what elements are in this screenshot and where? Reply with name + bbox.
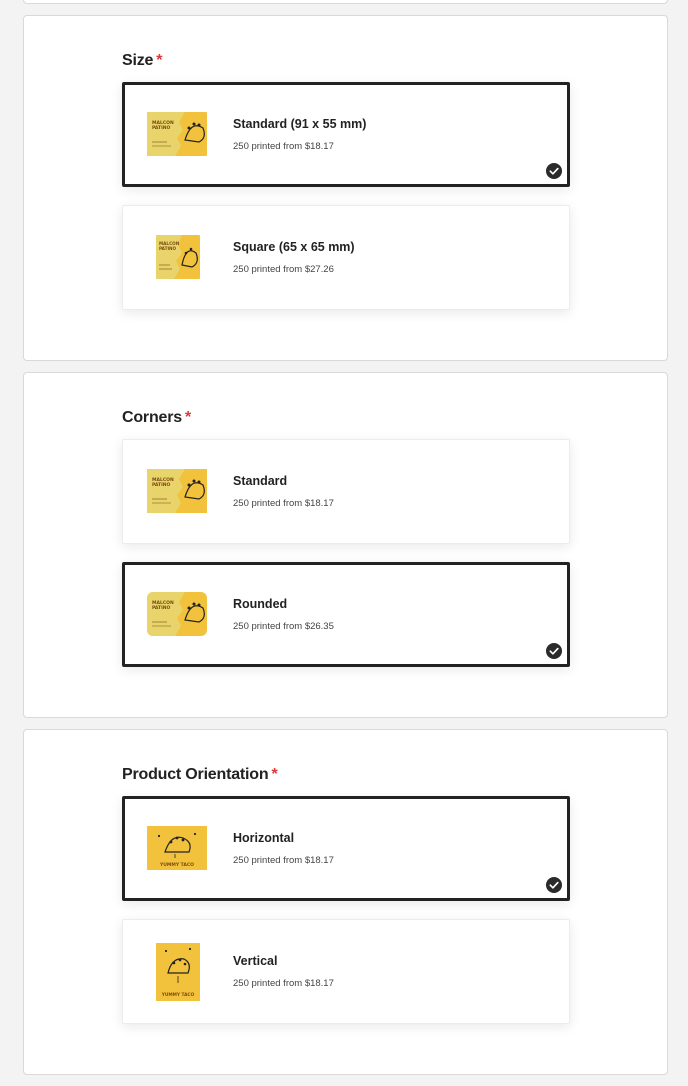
card-thumbnail-icon: MALCON PATINO bbox=[147, 112, 207, 156]
card-thumbnail-icon: MALCON PATINO bbox=[147, 469, 207, 513]
option-price: 250 printed from $26.35 bbox=[233, 621, 334, 632]
option-label: Standard bbox=[233, 474, 288, 488]
svg-text:PATINO: PATINO bbox=[152, 605, 171, 611]
required-asterisk: * bbox=[184, 409, 191, 426]
required-asterisk: * bbox=[156, 52, 163, 69]
option-price: 250 printed from $18.17 bbox=[233, 141, 334, 152]
option-label: Horizontal bbox=[233, 831, 295, 845]
option-orientation-vertical[interactable]: YUMMY TACO Vertical 250 printed from $18… bbox=[122, 919, 570, 1024]
option-corners-rounded[interactable]: MALCON PATINO Rounded 250 printed from $… bbox=[122, 562, 570, 667]
card-thumbnail-icon: YUMMY TACO bbox=[156, 943, 200, 1001]
svg-text:PATINO: PATINO bbox=[159, 246, 177, 251]
checkmark-circle-icon bbox=[546, 877, 562, 893]
option-price: 250 printed from $27.26 bbox=[233, 264, 334, 275]
section-title-text: Corners bbox=[122, 409, 182, 426]
section-title-text: Size bbox=[122, 52, 154, 69]
option-price: 250 printed from $18.17 bbox=[233, 498, 334, 509]
checkmark-circle-icon bbox=[546, 163, 562, 179]
option-size-standard[interactable]: MALCON PATINO Standard (91 x 55 mm) 250 … bbox=[122, 82, 570, 187]
option-orientation-horizontal[interactable]: YUMMY TACO Horizontal 250 printed from $… bbox=[122, 796, 570, 901]
section-title-orientation: Product Orientation * bbox=[122, 766, 278, 784]
option-label: Vertical bbox=[233, 954, 278, 968]
card-thumbnail-icon: MALCON PATINO bbox=[147, 592, 207, 636]
svg-text:YUMMY TACO: YUMMY TACO bbox=[161, 992, 195, 998]
section-title-text: Product Orientation bbox=[122, 766, 269, 783]
option-label: Standard (91 x 55 mm) bbox=[233, 117, 367, 131]
option-label: Square (65 x 65 mm) bbox=[233, 240, 355, 254]
option-price: 250 printed from $18.17 bbox=[233, 978, 334, 989]
option-label: Rounded bbox=[233, 597, 288, 611]
checkmark-circle-icon bbox=[546, 643, 562, 659]
size-section: Size * MALCON PATINO Standard (91 x 55 mm… bbox=[23, 15, 668, 361]
svg-text:PATINO: PATINO bbox=[152, 125, 171, 131]
section-title-size: Size * bbox=[122, 52, 162, 70]
svg-text:YUMMY TACO: YUMMY TACO bbox=[159, 862, 194, 868]
card-thumbnail-icon: YUMMY TACO bbox=[147, 826, 207, 870]
option-size-square[interactable]: MALCON PATINO Square (65 x 65 mm) 250 pr… bbox=[122, 205, 570, 310]
corners-section: Corners * MALCON PATINO Standard 250 prin… bbox=[23, 372, 668, 718]
previous-section-panel bbox=[23, 0, 668, 4]
section-title-corners: Corners * bbox=[122, 409, 191, 427]
option-corners-standard[interactable]: MALCON PATINO Standard 250 printed from … bbox=[122, 439, 570, 544]
svg-text:PATINO: PATINO bbox=[152, 482, 171, 488]
option-price: 250 printed from $18.17 bbox=[233, 855, 334, 866]
orientation-section: Product Orientation * YUMMY TACO Horizont… bbox=[23, 729, 668, 1075]
required-asterisk: * bbox=[271, 766, 278, 783]
card-thumbnail-icon: MALCON PATINO bbox=[156, 235, 200, 279]
